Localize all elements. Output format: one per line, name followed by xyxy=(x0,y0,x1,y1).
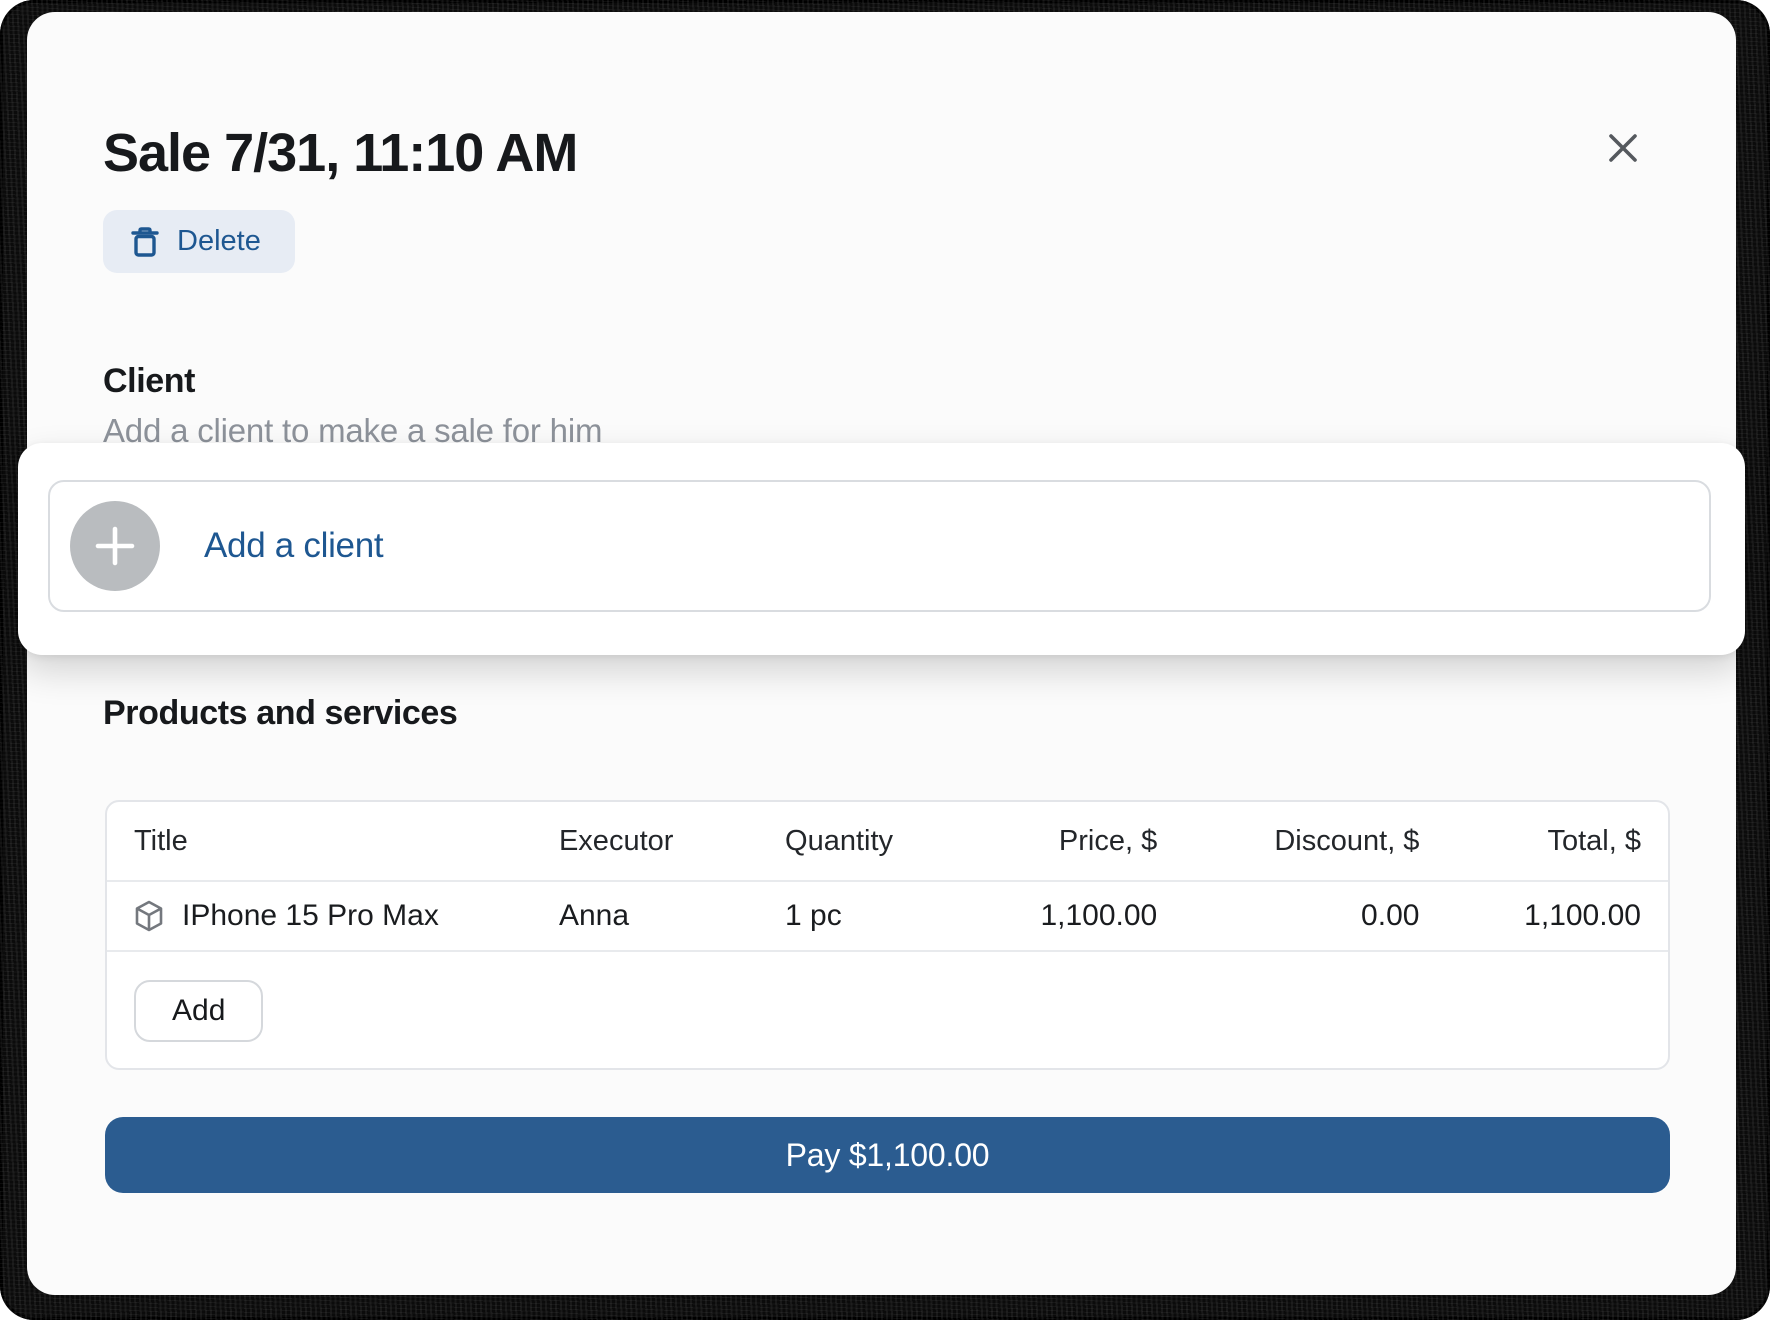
column-header-executor: Executor xyxy=(559,825,785,858)
close-button[interactable] xyxy=(1595,120,1651,176)
column-header-title: Title xyxy=(134,825,559,858)
trash-icon xyxy=(129,225,161,259)
close-icon xyxy=(1603,128,1643,168)
column-header-discount: Discount, $ xyxy=(1157,825,1419,858)
row-discount: 0.00 xyxy=(1157,899,1419,933)
plus-icon xyxy=(92,523,138,569)
add-client-spotlight-panel: Add a client xyxy=(18,443,1745,655)
client-section-heading: Client xyxy=(103,362,195,401)
page-title: Sale 7/31, 11:10 AM xyxy=(103,122,577,184)
add-client-label: Add a client xyxy=(204,526,383,566)
pay-button[interactable]: Pay $1,100.00 xyxy=(105,1117,1670,1193)
row-executor: Anna xyxy=(559,899,785,933)
table-row[interactable]: IPhone 15 Pro Max Anna 1 pc 1,100.00 0.0… xyxy=(107,882,1668,952)
column-header-total: Total, $ xyxy=(1419,825,1641,858)
row-quantity: 1 pc xyxy=(785,899,958,933)
delete-button-label: Delete xyxy=(177,225,261,258)
row-title: IPhone 15 Pro Max xyxy=(182,899,439,933)
column-header-quantity: Quantity xyxy=(785,825,958,858)
products-table: Title Executor Quantity Price, $ Discoun… xyxy=(105,800,1670,1070)
add-product-button[interactable]: Add xyxy=(134,980,263,1042)
row-total: 1,100.00 xyxy=(1419,899,1641,933)
sale-modal: Sale 7/31, 11:10 AM Delete Client Add a … xyxy=(27,12,1736,1295)
table-header-row: Title Executor Quantity Price, $ Discoun… xyxy=(107,802,1668,882)
column-header-price: Price, $ xyxy=(958,825,1157,858)
avatar-placeholder-circle xyxy=(70,501,160,591)
table-footer: Add xyxy=(107,952,1668,1070)
row-price: 1,100.00 xyxy=(958,899,1157,933)
products-section-heading: Products and services xyxy=(103,694,457,733)
add-client-button[interactable]: Add a client xyxy=(48,480,1711,612)
delete-button[interactable]: Delete xyxy=(103,210,295,273)
package-cube-icon xyxy=(134,900,164,932)
